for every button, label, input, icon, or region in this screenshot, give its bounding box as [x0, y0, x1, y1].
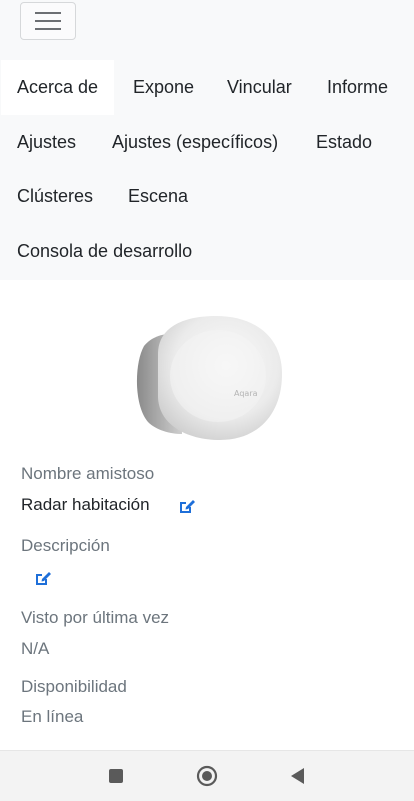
menu-toggle-button[interactable] — [20, 2, 76, 40]
availability-value: En línea — [21, 707, 84, 726]
last-seen-value: N/A — [21, 639, 50, 658]
triangle-back-icon — [291, 768, 304, 784]
tab-clusteres[interactable]: Clústeres — [17, 169, 93, 224]
device-tabs: Acerca de Expone Vincular Informe Ajuste… — [0, 54, 414, 280]
tab-acerca-de[interactable]: Acerca de — [1, 60, 115, 115]
recents-button[interactable] — [104, 764, 128, 788]
tab-estado[interactable]: Estado — [316, 115, 372, 170]
square-icon — [109, 769, 123, 783]
tab-ajustes[interactable]: Ajustes — [17, 115, 76, 170]
tab-informe[interactable]: Informe — [327, 60, 388, 115]
tab-expone[interactable]: Expone — [133, 60, 194, 115]
friendly-name-value: Radar habitación — [21, 495, 150, 514]
tab-vincular[interactable]: Vincular — [227, 60, 292, 115]
device-brand-mark: Aqara — [234, 389, 258, 398]
back-button[interactable] — [285, 764, 309, 788]
hamburger-menu-icon — [35, 12, 61, 30]
tab-consola-de-desarrollo[interactable]: Consola de desarrollo — [17, 224, 192, 279]
friendly-name-label: Nombre amistoso — [21, 464, 155, 483]
tab-escena[interactable]: Escena — [128, 169, 188, 224]
last-seen-label: Visto por última vez — [21, 608, 170, 627]
aqara-device-image: Aqara — [136, 316, 282, 440]
home-button[interactable] — [195, 764, 219, 788]
system-navigation-bar — [0, 750, 414, 801]
tab-ajustes-especificos[interactable]: Ajustes (específicos) — [112, 115, 278, 170]
top-navbar — [0, 0, 414, 55]
about-panel: Aqara Nombre amistoso Radar habitación D… — [0, 280, 414, 750]
edit-icon[interactable] — [34, 569, 52, 587]
description-label: Descripción — [21, 536, 110, 555]
edit-icon[interactable] — [178, 497, 196, 515]
circle-home-icon — [196, 765, 218, 787]
availability-label: Disponibilidad — [21, 677, 127, 696]
